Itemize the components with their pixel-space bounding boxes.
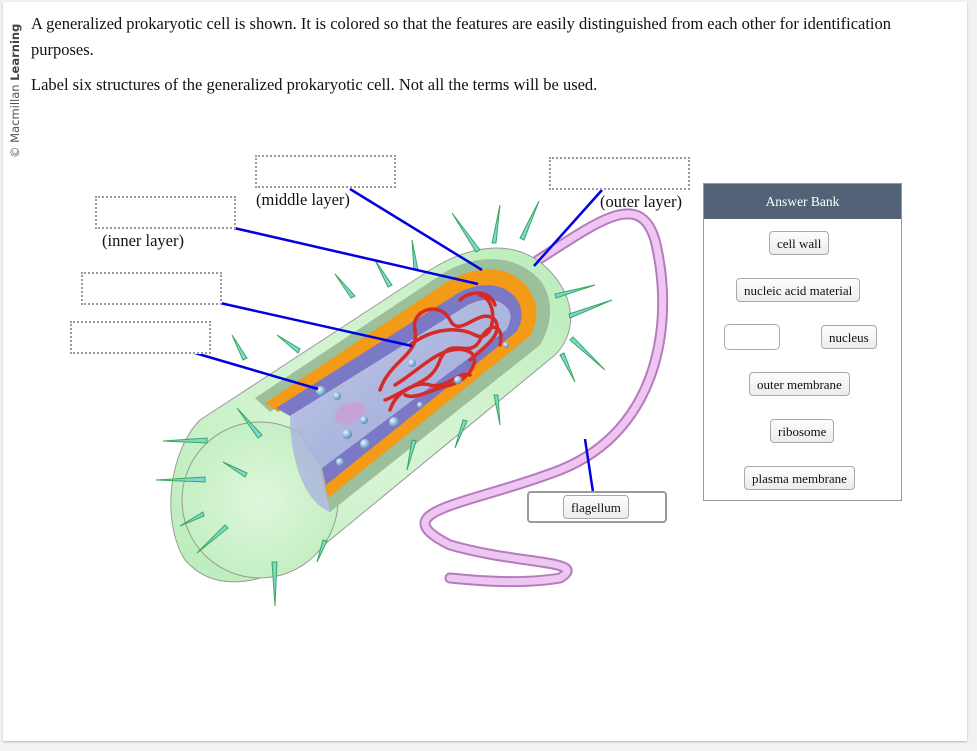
drop-target-outer-layer[interactable] — [549, 157, 690, 190]
answer-chip-nucleus[interactable]: nucleus — [821, 325, 877, 349]
answer-chip-plasma-membrane[interactable]: plasma membrane — [744, 466, 855, 490]
answer-chip-cell-wall[interactable]: cell wall — [769, 231, 830, 255]
answer-chip-nucleic-acid-material[interactable]: nucleic acid material — [736, 278, 861, 302]
answer-bank-title: Answer Bank — [704, 184, 901, 219]
answer-chip-outer-membrane[interactable]: outer membrane — [749, 372, 850, 396]
leader-inner-layer — [233, 226, 479, 286]
drop-target-inner-layer[interactable] — [95, 196, 236, 229]
answer-chip-ribosome[interactable]: ribosome — [770, 419, 835, 443]
placed-chip-flagellum[interactable]: flagellum — [563, 495, 629, 519]
drop-target-ribosome[interactable] — [70, 321, 211, 354]
hint-outer-layer: (outer layer) — [600, 192, 682, 211]
drop-target-nucleic-acid[interactable] — [81, 272, 222, 305]
hint-middle-layer: (middle layer) — [256, 190, 350, 209]
drop-target-flagellum[interactable]: flagellum — [527, 491, 667, 523]
hint-inner-layer: (inner layer) — [102, 231, 184, 250]
drop-target-middle-layer[interactable] — [255, 155, 396, 188]
answer-bank: Answer Bank cell wall nucleic acid mater… — [703, 183, 902, 501]
answer-bank-empty-slot — [724, 324, 780, 350]
